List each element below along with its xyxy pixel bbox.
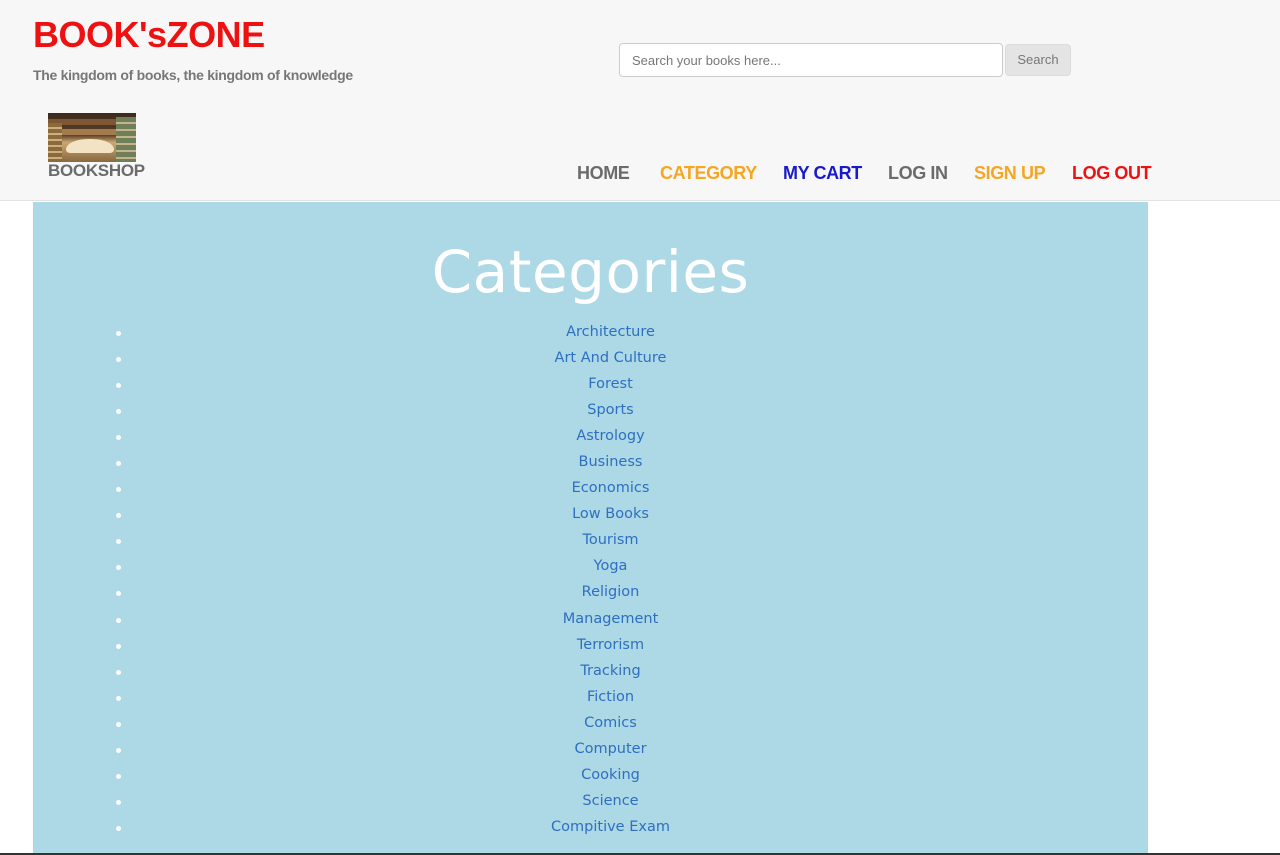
search-button[interactable]: Search — [1005, 44, 1071, 76]
nav-sign-up[interactable]: SIGN UP — [974, 163, 1046, 184]
category-link[interactable]: Low Books — [572, 506, 649, 522]
site-tagline: The kingdom of books, the kingdom of kno… — [33, 67, 353, 83]
category-link[interactable]: Science — [582, 793, 638, 809]
category-list-item: Forest — [33, 374, 1148, 400]
category-link[interactable]: Architecture — [566, 324, 655, 340]
category-link[interactable]: Computer — [574, 741, 646, 757]
category-list-item: Cooking — [33, 765, 1148, 791]
nav-log-in[interactable]: LOG IN — [888, 163, 948, 184]
category-link[interactable]: Comics — [584, 715, 637, 731]
nav-my-cart[interactable]: MY CART — [783, 163, 862, 184]
category-link[interactable]: Terrorism — [577, 637, 644, 653]
category-link[interactable]: Art And Culture — [555, 350, 667, 366]
nav-category[interactable]: CATEGORY — [660, 163, 757, 184]
logo-label[interactable]: BOOKSHOP — [48, 161, 145, 181]
category-list-item: Business — [33, 452, 1148, 478]
category-link[interactable]: Tourism — [582, 532, 638, 548]
category-list-item: Low Books — [33, 504, 1148, 530]
category-list-item: Comics — [33, 713, 1148, 739]
bookshop-logo-image[interactable] — [48, 113, 136, 162]
category-list-item: Yoga — [33, 556, 1148, 582]
category-list-item: Architecture — [33, 322, 1148, 348]
category-list-item: Compitive Exam — [33, 817, 1148, 843]
categories-panel: Categories Architecture Art And Culture Fo… — [33, 202, 1148, 855]
category-list-item: Astrology — [33, 426, 1148, 452]
category-link[interactable]: Fiction — [587, 689, 634, 705]
nav-home[interactable]: HOME — [577, 163, 630, 184]
category-link[interactable]: Astrology — [576, 428, 644, 444]
category-list-item: Art And Culture — [33, 348, 1148, 374]
category-link[interactable]: Management — [563, 611, 659, 627]
category-list: Architecture Art And Culture Forest Sports A… — [33, 322, 1148, 843]
category-list-item: Science — [33, 791, 1148, 817]
category-list-item: Computer — [33, 739, 1148, 765]
category-list-item: Terrorism — [33, 635, 1148, 661]
category-link[interactable]: Economics — [572, 480, 650, 496]
categories-heading: Categories — [431, 238, 750, 306]
category-link[interactable]: Business — [579, 454, 643, 470]
category-list-item: Tracking — [33, 661, 1148, 687]
category-link[interactable]: Forest — [588, 376, 633, 392]
nav-log-out[interactable]: LOG OUT — [1072, 163, 1152, 184]
category-link[interactable]: Religion — [582, 584, 640, 600]
site-title[interactable]: BOOK'sZONE — [33, 14, 265, 56]
category-list-item: Sports — [33, 400, 1148, 426]
search-input[interactable] — [619, 43, 1003, 77]
category-list-item: Economics — [33, 478, 1148, 504]
category-list-item: Fiction — [33, 687, 1148, 713]
category-list-item: Tourism — [33, 530, 1148, 556]
category-link[interactable]: Cooking — [581, 767, 640, 783]
category-list-item: Religion — [33, 582, 1148, 608]
category-list-item: Management — [33, 609, 1148, 635]
category-link[interactable]: Tracking — [580, 663, 640, 679]
category-link[interactable]: Yoga — [594, 558, 628, 574]
category-link[interactable]: Compitive Exam — [551, 819, 670, 835]
site-header: BOOK'sZONE The kingdom of books, the kin… — [0, 0, 1280, 201]
category-link[interactable]: Sports — [587, 402, 633, 418]
